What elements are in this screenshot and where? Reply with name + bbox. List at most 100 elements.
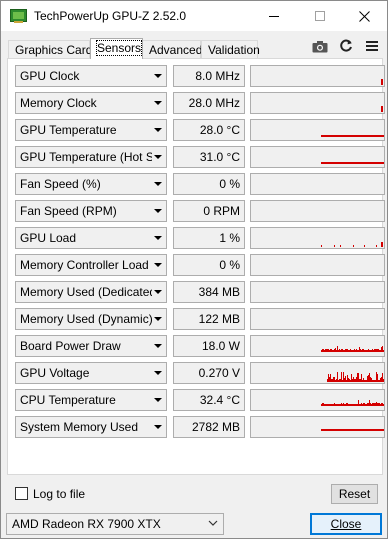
sensor-name-dropdown[interactable]: GPU Temperature (Hot Spot) bbox=[15, 146, 167, 168]
close-button[interactable]: Close bbox=[310, 513, 382, 535]
graph-mark bbox=[343, 372, 344, 382]
graph-mark bbox=[327, 404, 328, 406]
tab-graphics-card[interactable]: Graphics Card bbox=[8, 40, 92, 59]
graph-mark bbox=[329, 350, 330, 352]
graph-mark bbox=[352, 404, 353, 406]
refresh-icon[interactable] bbox=[337, 37, 355, 55]
graph-mark bbox=[360, 349, 361, 352]
minimize-icon bbox=[269, 15, 279, 17]
sensor-graph bbox=[250, 416, 385, 438]
graph-mark bbox=[344, 378, 345, 382]
graph-mark bbox=[364, 245, 365, 247]
graph-mark bbox=[382, 346, 383, 352]
menu-icon[interactable] bbox=[363, 37, 381, 55]
dropdown-arrow-icon bbox=[154, 317, 162, 321]
minimize-button[interactable] bbox=[251, 1, 297, 31]
graph-mark bbox=[383, 379, 384, 382]
graph-mark bbox=[381, 377, 382, 382]
sensor-name-dropdown[interactable]: GPU Voltage bbox=[15, 362, 167, 384]
graph-mark bbox=[345, 404, 346, 406]
sensor-row: GPU Clock 8.0 MHz bbox=[15, 65, 386, 87]
graph-mark bbox=[321, 135, 384, 137]
graph-mark bbox=[365, 380, 366, 382]
graph-mark bbox=[374, 403, 375, 406]
sensor-name-dropdown[interactable]: Board Power Draw bbox=[15, 335, 167, 357]
graph-mark bbox=[349, 379, 350, 382]
sensor-name-label: Board Power Draw bbox=[20, 339, 121, 353]
graph-mark bbox=[378, 380, 379, 382]
dropdown-arrow-icon bbox=[154, 155, 162, 159]
graph-mark bbox=[347, 349, 348, 352]
dropdown-arrow-icon bbox=[154, 236, 162, 240]
graph-mark bbox=[333, 377, 334, 382]
graph-mark bbox=[380, 404, 381, 406]
graph-mark bbox=[351, 404, 352, 406]
sensor-value: 28.0 °C bbox=[173, 119, 245, 141]
graph-mark bbox=[376, 372, 377, 382]
sensor-row: System Memory Used 2782 MB bbox=[15, 416, 386, 438]
tab-advanced[interactable]: Advanced bbox=[142, 40, 202, 59]
graph-mark bbox=[337, 372, 338, 382]
graph-mark bbox=[373, 350, 374, 352]
dropdown-arrow-icon bbox=[154, 74, 162, 78]
maximize-button[interactable] bbox=[297, 1, 343, 31]
graph-mark bbox=[372, 349, 373, 352]
graph-mark bbox=[332, 404, 333, 406]
graph-mark bbox=[359, 379, 360, 382]
graph-mark bbox=[367, 376, 368, 382]
tab-validation[interactable]: Validation bbox=[201, 40, 260, 59]
graph-mark bbox=[365, 404, 366, 406]
graph-mark bbox=[323, 349, 324, 352]
graph-mark bbox=[346, 380, 347, 382]
graph-mark bbox=[369, 373, 370, 382]
graph-mark bbox=[357, 404, 358, 406]
sensor-name-dropdown[interactable]: GPU Clock bbox=[15, 65, 167, 87]
graph-mark bbox=[345, 349, 346, 352]
sensor-value: 28.0 MHz bbox=[173, 92, 245, 114]
graph-mark bbox=[379, 350, 380, 352]
sensor-name-label: GPU Voltage bbox=[20, 366, 90, 380]
sensor-value: 384 MB bbox=[173, 281, 245, 303]
sensor-graph-plot bbox=[251, 309, 384, 329]
graph-mark bbox=[340, 245, 341, 247]
graph-mark bbox=[373, 380, 374, 382]
sensor-name-dropdown[interactable]: GPU Temperature bbox=[15, 119, 167, 141]
sensor-name-dropdown[interactable]: Fan Speed (RPM) bbox=[15, 200, 167, 222]
sensor-name-dropdown[interactable]: Memory Used (Dynamic) bbox=[15, 308, 167, 330]
graph-mark bbox=[351, 350, 352, 352]
graph-mark bbox=[360, 379, 361, 382]
sensor-value: 0 % bbox=[173, 173, 245, 195]
graph-mark bbox=[355, 404, 356, 406]
sensor-name-label: CPU Temperature bbox=[20, 393, 116, 407]
camera-icon[interactable] bbox=[311, 37, 329, 55]
graph-mark bbox=[376, 402, 377, 406]
graph-mark bbox=[383, 350, 384, 352]
graph-mark bbox=[346, 403, 347, 406]
graph-mark bbox=[363, 403, 364, 406]
sensor-name-dropdown[interactable]: Memory Used (Dedicated) bbox=[15, 281, 167, 303]
sensor-name-dropdown[interactable]: Memory Controller Load bbox=[15, 254, 167, 276]
log-to-file-checkbox[interactable] bbox=[15, 487, 28, 500]
sensor-name-dropdown[interactable]: CPU Temperature bbox=[15, 389, 167, 411]
sensor-name-dropdown[interactable]: Fan Speed (%) bbox=[15, 173, 167, 195]
sensor-value: 1 % bbox=[173, 227, 245, 249]
sensor-name-dropdown[interactable]: GPU Load bbox=[15, 227, 167, 249]
graph-mark bbox=[362, 349, 363, 352]
graph-mark bbox=[381, 347, 382, 352]
close-window-button[interactable] bbox=[341, 1, 387, 31]
sensor-name-dropdown[interactable]: System Memory Used bbox=[15, 416, 167, 438]
graph-mark bbox=[321, 350, 322, 352]
graph-mark bbox=[335, 404, 336, 406]
graph-mark bbox=[321, 404, 322, 406]
sensor-name-label: Fan Speed (%) bbox=[20, 177, 101, 191]
sensor-name-label: GPU Temperature (Hot Spot) bbox=[20, 150, 152, 164]
sensor-name-dropdown[interactable]: Memory Clock bbox=[15, 92, 167, 114]
graph-mark bbox=[363, 378, 364, 382]
gpu-select[interactable]: AMD Radeon RX 7900 XTX bbox=[6, 513, 224, 535]
tab-sensors[interactable]: Sensors bbox=[90, 38, 143, 59]
sensor-graph bbox=[250, 254, 385, 276]
graph-mark bbox=[350, 404, 351, 406]
graph-mark bbox=[366, 404, 367, 406]
reset-button[interactable]: Reset bbox=[331, 484, 378, 504]
graph-mark bbox=[336, 350, 337, 352]
